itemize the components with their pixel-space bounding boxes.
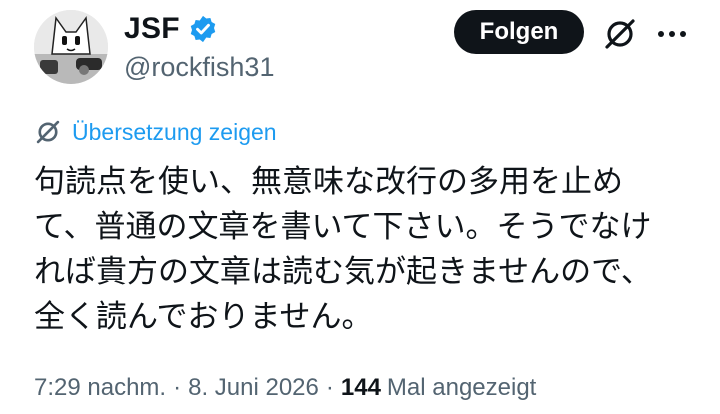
grok-icon: [36, 120, 60, 144]
author-name-row: JSF: [124, 12, 218, 46]
translation-label: Übersetzung zeigen: [72, 118, 277, 145]
tweet-text: 句読点を使い、無意味な改行の多用を止め て、普通の文章を書いて下さい。そうでなけ…: [34, 160, 684, 340]
tweet-text-line: れば貴方の文章は読む気が起きませんので、: [34, 254, 652, 290]
meta-separator: ·: [325, 374, 334, 401]
avatar[interactable]: [34, 10, 108, 84]
tweet-text-line: 全く読んでおりません。: [34, 299, 373, 335]
tweet-text-line: 句読点を使い、無意味な改行の多用を止め: [34, 164, 623, 200]
show-translation-link[interactable]: Übersetzung zeigen: [34, 118, 277, 146]
follow-button[interactable]: Folgen: [454, 10, 584, 54]
author-display-name[interactable]: JSF: [124, 12, 180, 46]
meta-separator: ·: [173, 374, 182, 401]
views-count[interactable]: 144: [341, 374, 381, 402]
author-handle[interactable]: @rockfish31: [124, 52, 274, 83]
verified-badge-icon[interactable]: [188, 14, 218, 44]
grok-icon: [605, 19, 635, 49]
views-label: Mal angezeigt: [386, 374, 537, 401]
tweet-text-line: て、普通の文章を書いて下さい。そうでなけ: [34, 209, 652, 245]
more-button[interactable]: [652, 14, 692, 54]
more-icon: [658, 31, 686, 37]
tweet: JSF @rockfish31 Folgen Übersetzung zeige…: [0, 0, 720, 414]
tweet-date[interactable]: 8. Juni 2026: [188, 374, 319, 402]
grok-button[interactable]: [600, 14, 640, 54]
tweet-meta: 7:29 nachm. · 8. Juni 2026 · 144 Mal ang…: [34, 374, 536, 402]
tweet-time[interactable]: 7:29 nachm.: [34, 374, 166, 402]
avatar-image: [34, 10, 108, 84]
